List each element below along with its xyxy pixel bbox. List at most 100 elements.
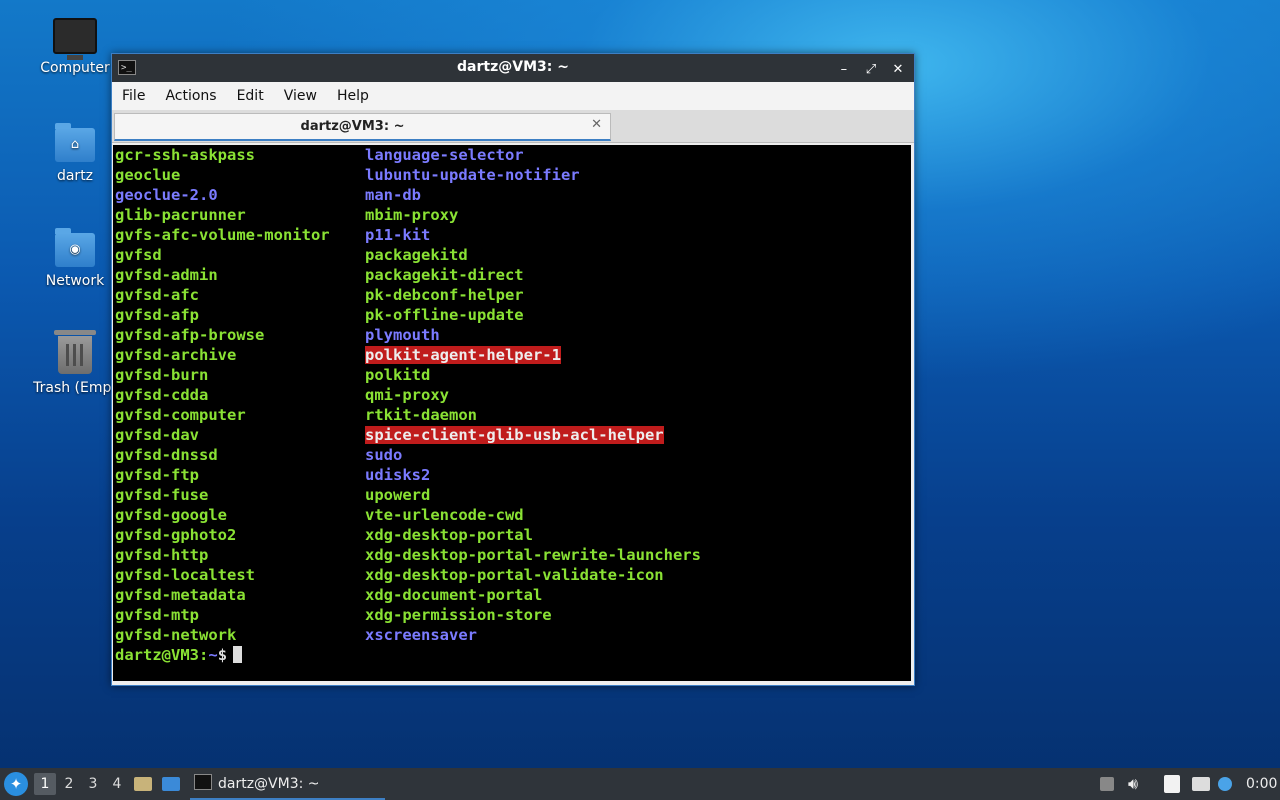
terminal-line: glib-pacrunner [115,205,246,225]
notification-icon[interactable] [1218,768,1232,800]
terminal-entry: rtkit-daemon [365,406,477,424]
tray-arrow-icon[interactable] [1100,768,1114,800]
show-desktop-icon[interactable] [162,768,180,800]
desktop-icon-label: Trash (Empt [33,380,117,396]
terminal-entry: gvfsd-burn [115,366,209,384]
taskbar-task-terminal[interactable]: dartz@VM3: ~ [190,768,385,800]
terminal-entry: polkitd [365,366,431,384]
terminal-line: gvfsd-cdda [115,385,208,405]
window-title: dartz@VM3: ~ [457,59,569,75]
terminal-line: geoclue-2.0 [115,185,218,205]
desktop-icon-trash[interactable]: Trash (Empt [25,330,125,396]
start-menu-icon[interactable]: ✦ [4,772,28,796]
terminal-line: gvfsd-google [115,505,227,525]
terminal-entry: packagekitd [365,246,468,264]
prompt-user: dartz@VM3 [115,646,199,664]
close-button[interactable]: ✕ [888,60,908,80]
terminal-entry: xdg-permission-store [365,606,552,624]
terminal-entry: lubuntu-update-notifier [365,166,580,184]
terminal-line: pk-offline-update [365,305,524,325]
terminal-output[interactable]: dartz@VM3:~$ gcr-ssh-askpass geoclue geocl… [113,145,911,681]
tab-close-icon[interactable]: ✕ [591,117,602,132]
terminal-entry: polkit-agent-helper-1 [365,346,561,364]
terminal-line: gvfsd-burn [115,365,208,385]
terminal-entry: gvfsd-archive [115,346,237,364]
desktop-icon-home[interactable]: ⌂ dartz [25,123,125,184]
window-titlebar[interactable]: >_ dartz@VM3: ~ – ⤢ ✕ [112,54,914,82]
terminal-icon [194,774,212,790]
clipboard-icon[interactable] [1164,768,1180,800]
menu-view[interactable]: View [274,82,327,110]
menu-edit[interactable]: Edit [227,82,274,110]
terminal-line: udisks2 [365,465,430,485]
terminal-entry: gvfsd-metadata [115,586,246,604]
terminal-entry: sudo [365,446,403,464]
terminal-line: p11-kit [365,225,430,245]
workspace-1[interactable]: 1 [34,773,56,795]
desktop-icon-label: dartz [56,168,94,184]
terminal-line: mbim-proxy [365,205,458,225]
terminal-line: gvfs-afc-volume-monitor [115,225,330,245]
terminal-entry: xdg-document-portal [365,586,543,604]
terminal-line: qmi-proxy [365,385,449,405]
tab-bar: dartz@VM3: ~ ✕ [112,110,914,143]
terminal-entry: gvfsd-admin [115,266,218,284]
terminal-entry: packagekit-direct [365,266,524,284]
tab-terminal[interactable]: dartz@VM3: ~ ✕ [114,113,611,141]
terminal-prompt: dartz@VM3:~$ [115,645,243,665]
desktop-icon-computer[interactable]: Computer [25,18,125,76]
desktop-icon-network[interactable]: ◉ Network [25,228,125,289]
prompt-separator: : [199,646,209,664]
trash-icon [54,330,96,374]
prompt-path: ~ [208,646,218,664]
terminal-entry: gvfsd [115,246,162,264]
terminal-window: >_ dartz@VM3: ~ – ⤢ ✕ File Actions Edit Vie… [111,53,915,686]
workspace-2[interactable]: 2 [58,768,80,800]
terminal-line: language-selector [365,145,524,165]
terminal-entry: gvfsd-afc [115,286,199,304]
network-icon[interactable] [1192,768,1210,800]
terminal-line: packagekitd [365,245,468,265]
terminal-entry: language-selector [365,146,524,164]
terminal-line: xdg-permission-store [365,605,552,625]
prompt-symbol: $ [217,646,228,664]
terminal-entry: pk-offline-update [365,306,524,324]
tab-label: dartz@VM3: ~ [300,119,405,134]
terminal-entry: gvfsd-afp-browse [115,326,265,344]
terminal-line: gvfsd-admin [115,265,218,285]
terminal-line: gvfsd-fuse [115,485,208,505]
workspace-3[interactable]: 3 [82,768,104,800]
terminal-line: man-db [365,185,421,205]
terminal-entry: man-db [365,186,421,204]
terminal-line: xdg-desktop-portal-validate-icon [365,565,664,585]
volume-icon[interactable]: 🔊︎ [1128,768,1138,800]
workspace-4[interactable]: 4 [106,768,128,800]
file-manager-launcher-icon[interactable] [134,768,152,800]
terminal-line: gvfsd-computer [115,405,246,425]
terminal-line: xdg-document-portal [365,585,542,605]
network-folder-icon: ◉ [55,228,95,267]
terminal-line: gvfsd-ftp [115,465,199,485]
taskbar: ✦ 1 2 3 4 dartz@VM3: ~ 🔊︎ 0:00 [0,768,1280,800]
clock[interactable]: 0:00 [1246,768,1277,800]
terminal-entry: pk-debconf-helper [365,286,524,304]
menu-bar: File Actions Edit View Help [112,82,914,110]
menu-help[interactable]: Help [327,82,379,110]
minimize-button[interactable]: – [834,60,854,80]
menu-file[interactable]: File [112,82,155,110]
home-folder-icon: ⌂ [55,123,95,162]
terminal-entry: gcr-ssh-askpass [115,146,255,164]
maximize-button[interactable]: ⤢ [861,60,881,80]
terminal-entry: gvfsd-http [115,546,209,564]
terminal-entry: spice-client-glib-usb-acl-helper [365,426,664,444]
terminal-line: sudo [365,445,402,465]
terminal-line: rtkit-daemon [365,405,477,425]
menu-actions[interactable]: Actions [155,82,226,110]
terminal-line: gvfsd-dav [115,425,199,445]
terminal-entry: qmi-proxy [365,386,449,404]
terminal-entry: glib-pacrunner [115,206,246,224]
terminal-entry: xdg-desktop-portal-rewrite-launchers [365,546,701,564]
terminal-line: lubuntu-update-notifier [365,165,580,185]
terminal-entry: mbim-proxy [365,206,459,224]
terminal-line: polkit-agent-helper-1 [365,345,561,365]
